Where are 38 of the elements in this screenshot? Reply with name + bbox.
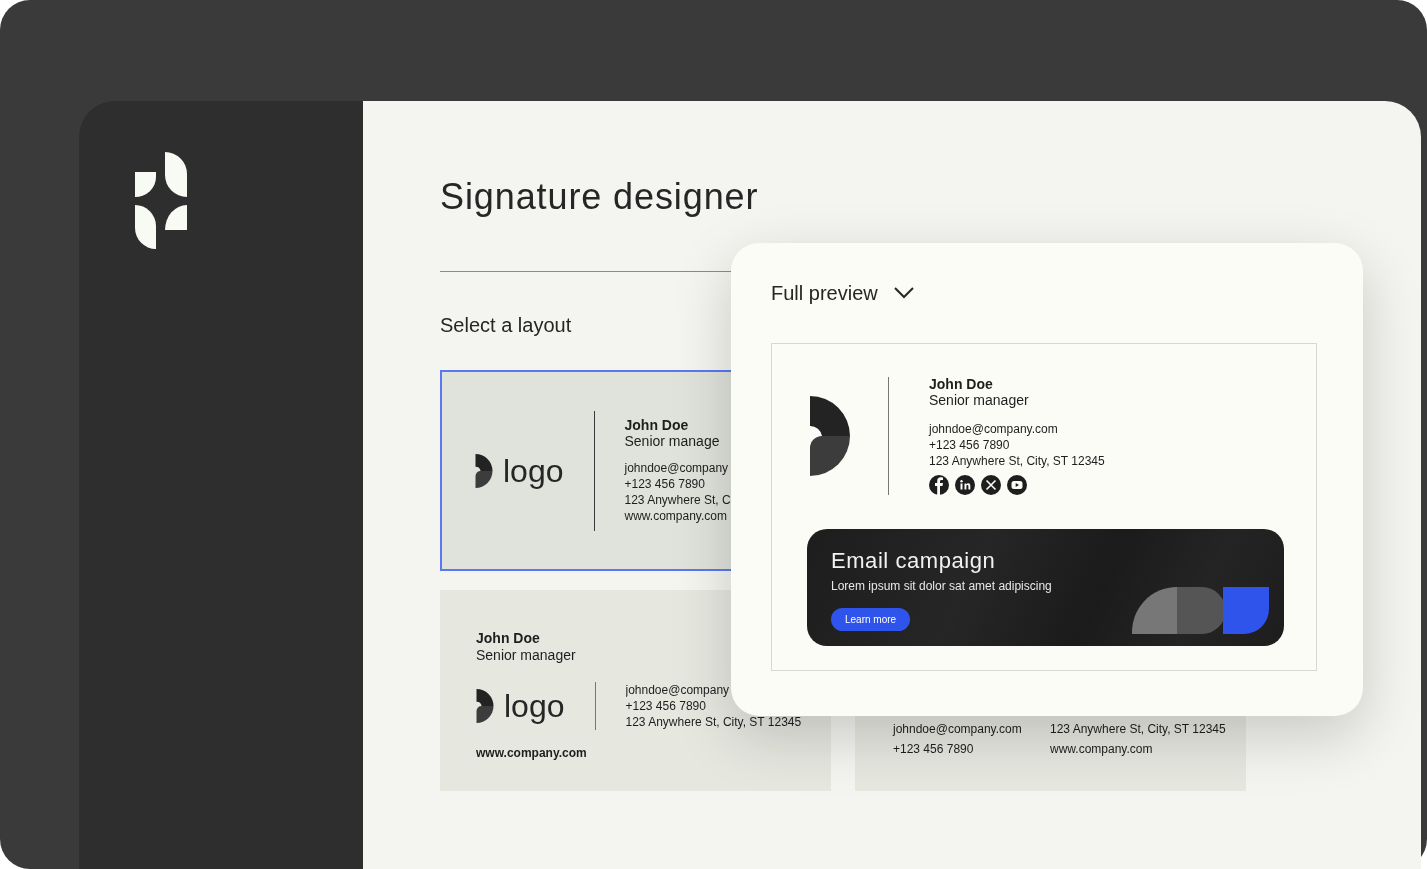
linkedin-icon[interactable] (955, 475, 975, 495)
job-title: Senior manager (929, 392, 1030, 409)
phone-text: +123 456 7890 (625, 698, 707, 714)
address-text: 123 Anywhere St, C (624, 492, 731, 508)
website-text: www.company.com (1050, 741, 1154, 757)
address-text: 123 Anywhere St, City, ST 12345 (929, 453, 1105, 469)
email-text: johndoe@company.com (893, 721, 1023, 737)
logo-mark-icon (475, 453, 493, 488)
address-text: 123 Anywhere St, City, ST 12345 (1050, 721, 1227, 737)
website-text: www.company.com (476, 745, 588, 762)
contact-name: John Doe (624, 417, 690, 433)
learn-more-button[interactable]: Learn more (831, 608, 911, 631)
website-text: www.company.com (624, 508, 728, 524)
app-logo-icon (135, 152, 187, 249)
section-heading: Select a layout (440, 313, 573, 338)
banner-text: Lorem ipsum sit dolor sat amet adipiscing (831, 578, 1053, 594)
preview-mode-dropdown[interactable]: Full preview (771, 278, 914, 308)
email-text: johndoe@company (625, 682, 730, 698)
phone-text: +123 456 7890 (929, 437, 1011, 453)
facebook-icon[interactable] (929, 475, 949, 495)
job-title: Senior manager (476, 647, 577, 664)
job-title: Senior manage (624, 433, 721, 450)
contact-name: John Doe (476, 630, 541, 647)
page-title: Signature designer (440, 175, 760, 219)
phone-text: +123 456 7890 (893, 741, 975, 757)
banner-title: Email campaign (831, 547, 997, 575)
logo-mark-icon (476, 689, 494, 723)
phone-text: +123 456 7890 (624, 476, 706, 492)
logo-text: logo (504, 689, 565, 723)
email-text: johndoe@company (624, 460, 730, 476)
logo-mark-icon (810, 395, 850, 476)
video-play-icon[interactable] (1007, 475, 1027, 495)
address-text: 123 Anywhere St, City, ST 12345 (625, 714, 802, 730)
contact-name: John Doe (929, 376, 994, 392)
logo-text: logo (503, 453, 564, 488)
x-logo-icon[interactable] (981, 475, 1001, 495)
email-text: johndoe@company.com (929, 421, 1059, 437)
chevron-down-icon (893, 287, 914, 299)
